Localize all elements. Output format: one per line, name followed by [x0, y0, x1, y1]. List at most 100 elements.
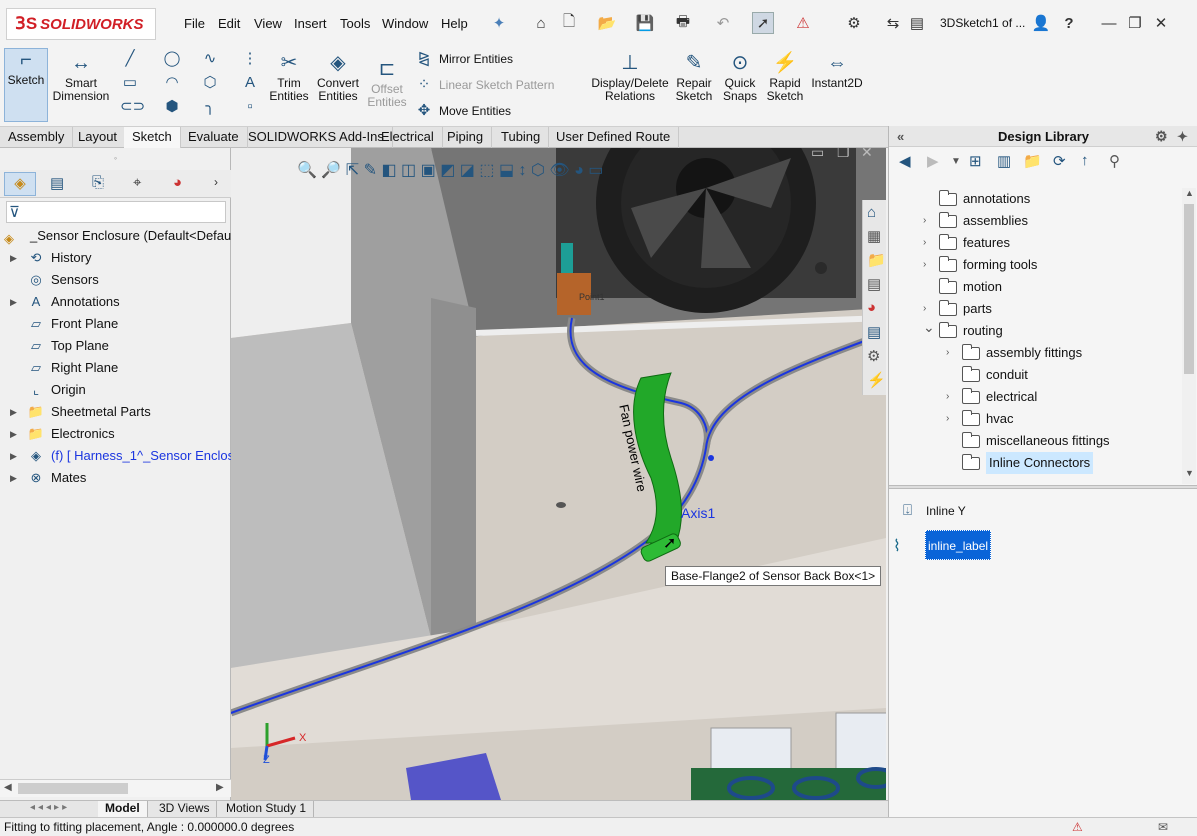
tab-model[interactable]: Model [98, 801, 148, 817]
task-pane-appearances-icon[interactable]: ◕ [867, 299, 876, 316]
menu-insert[interactable]: Insert [294, 16, 327, 31]
tree-item-electronics[interactable]: ▶ 📁 Electronics [0, 423, 231, 445]
expand-arrow-icon[interactable]: › [946, 386, 949, 408]
help-icon[interactable]: ? [1058, 12, 1080, 34]
traffic-light-icon[interactable]: ⚠ [792, 12, 814, 34]
circle-icon[interactable]: ◯ [162, 50, 182, 68]
tree-root[interactable]: ◈ _Sensor Enclosure (Default<Default_D [0, 225, 254, 247]
menu-view[interactable]: View [254, 16, 282, 31]
rectangle-icon[interactable]: ▭ [120, 74, 140, 92]
tree-item-right-plane[interactable]: ▱ Right Plane [0, 357, 231, 379]
smart-dimension-button[interactable]: ↔ Smart Dimension [52, 52, 110, 103]
library-folder-electrical[interactable]: › electrical [946, 386, 1178, 408]
expand-arrow-icon[interactable]: › [923, 232, 926, 254]
expand-arrow-icon[interactable]: ▶ [10, 423, 17, 445]
rebuild-icon[interactable]: ⚠ [1072, 818, 1083, 836]
home-icon[interactable]: ⌂ [530, 12, 552, 34]
display-style-icon[interactable]: ▣ [421, 162, 436, 179]
trim-entities-button[interactable]: ✂ Trim Entities [266, 52, 312, 103]
tree-item-f-harness-1-sensor-enclosure[interactable]: ▶ ◈ (f) [ Harness_1^_Sensor Enclosure [0, 445, 253, 467]
expand-arrow-icon[interactable]: ▶ [10, 467, 17, 489]
back-icon[interactable]: ◀ [899, 152, 911, 170]
property-manager-icon[interactable]: ▤ [50, 174, 64, 192]
pin-icon[interactable]: ✦ [488, 12, 510, 34]
expand-arrow-icon[interactable]: › [923, 210, 926, 232]
cube-icon[interactable]: ⬡ [531, 162, 545, 179]
user-icon[interactable]: 👤 [1030, 12, 1052, 34]
tab-motion-study-1[interactable]: Motion Study 1 [219, 801, 315, 817]
tree-item-sheetmetal-parts[interactable]: ▶ 📁 Sheetmetal Parts [0, 401, 231, 423]
tab-electrical[interactable]: Electrical [373, 127, 443, 148]
restore-icon[interactable]: ❐ [1124, 12, 1146, 34]
expand-arrow-icon[interactable]: › [946, 342, 949, 364]
configuration-manager-icon[interactable]: ⎘ [92, 174, 104, 191]
new-document-icon[interactable]: 🗋 [558, 12, 580, 34]
library-folder-parts[interactable]: › parts [923, 298, 1178, 320]
polygon-icon[interactable]: ⬡ [200, 74, 220, 92]
library-folder-features[interactable]: › features [923, 232, 1178, 254]
line-icon[interactable]: ╱ [120, 50, 140, 68]
feature-manager-icon[interactable]: ◈ [4, 172, 36, 196]
linear-sketch-pattern-button[interactable]: Linear Sketch Pattern [439, 78, 554, 92]
library-tree-scrollbar[interactable]: ▲ ▼ [1182, 188, 1196, 484]
expand-arrow-icon[interactable]: › [946, 408, 949, 430]
mirror-entities-button[interactable]: Mirror Entities [439, 52, 513, 66]
menu-edit[interactable]: Edit [218, 16, 240, 31]
scrollbar-thumb[interactable] [18, 783, 128, 794]
offset-entities-button[interactable]: ⊏ Offset Entities [365, 58, 409, 109]
tree-item-front-plane[interactable]: ▱ Front Plane [0, 313, 231, 335]
scroll-up-icon[interactable]: ▲ [1185, 188, 1194, 198]
spline-icon[interactable]: ∿ [200, 50, 220, 68]
library-folder-conduit[interactable]: conduit [946, 364, 1178, 386]
task-pane-electrical-icon[interactable]: ⚡ [867, 371, 886, 389]
tab-evaluate[interactable]: Evaluate [180, 127, 248, 148]
eye-icon[interactable]: 👁 [549, 162, 569, 179]
menu-file[interactable]: File [184, 16, 205, 31]
collapse-arrow-icon[interactable]: ⌄ [923, 316, 935, 338]
task-pane-routing-icon[interactable]: ⚙ [867, 347, 880, 365]
customize-icon[interactable]: ⇆ [882, 12, 904, 34]
save-icon[interactable]: 💾 [634, 12, 656, 34]
expand-arrow-icon[interactable]: ▶ [10, 291, 17, 313]
viewport-restore-icon[interactable]: ❐ [837, 148, 850, 161]
quick-snaps-button[interactable]: ⊙ Quick Snaps [720, 52, 760, 103]
fillet-icon[interactable]: ╮ [200, 98, 220, 116]
tree-item-origin[interactable]: ⌞ Origin [0, 379, 231, 401]
close-icon[interactable]: ✕ [1150, 12, 1172, 34]
filter-box[interactable]: ⊽ [6, 201, 226, 223]
undo-icon[interactable]: ↶ [712, 12, 734, 34]
up-folder-icon[interactable]: ↑ [1081, 152, 1089, 169]
tree-item-annotations[interactable]: ▶ A Annotations [0, 291, 231, 313]
task-pane-home-icon[interactable]: ⌂ [867, 204, 876, 221]
library-folder-routing[interactable]: ⌄ routing [923, 319, 1178, 342]
add-file-location-icon[interactable]: ▥ [997, 152, 1011, 170]
notification-icon[interactable]: ✉ [1158, 818, 1168, 836]
select-icon[interactable]: ➚ [752, 12, 774, 34]
menu-tools[interactable]: Tools [340, 16, 370, 31]
panel-grip-icon[interactable]: ◦ [0, 153, 231, 167]
options-gear-icon[interactable]: ⚙ [843, 12, 865, 34]
hexagon-icon[interactable]: ⬢ [162, 98, 182, 116]
tree-item-sensors[interactable]: ◎ Sensors [0, 269, 231, 291]
task-pane-design-library-icon[interactable]: 📁 [867, 251, 886, 269]
tree-item-mates[interactable]: ▶ ⊗ Mates [0, 467, 231, 489]
panel-splitter[interactable] [889, 485, 1197, 489]
tool-icon[interactable]: ⚲ [1109, 152, 1120, 170]
tree-item-top-plane[interactable]: ▱ Top Plane [0, 335, 231, 357]
view-settings-icon[interactable]: ⬓ [499, 162, 514, 179]
refresh-icon[interactable]: ⟳ [1053, 152, 1066, 170]
apply-scene-icon[interactable]: ⬚ [479, 162, 494, 179]
plane-icon[interactable]: ▫ [240, 98, 260, 116]
tab-sketch[interactable]: Sketch [124, 127, 181, 148]
library-folder-inline-connectors[interactable]: Inline Connectors [946, 452, 1178, 474]
create-new-folder-icon[interactable]: 📁 [1023, 152, 1042, 170]
point-grid-icon[interactable]: ⋮ [240, 50, 260, 68]
tab-nav-arrows-icon[interactable]: ◂◂◂▸▸ [30, 802, 70, 813]
tab-solidworks-add-ins[interactable]: SOLIDWORKS Add-Ins [240, 127, 393, 148]
task-pane-resources-icon[interactable]: ▦ [867, 227, 881, 245]
view-orientation-icon[interactable]: ◫ [401, 162, 416, 179]
convert-entities-button[interactable]: ◈ Convert Entities [314, 52, 362, 103]
zoom-to-area-icon[interactable]: 🔎 [321, 162, 341, 179]
expand-arrow-icon[interactable]: ▶ [10, 401, 17, 423]
library-folder-motion[interactable]: motion [923, 276, 1178, 298]
